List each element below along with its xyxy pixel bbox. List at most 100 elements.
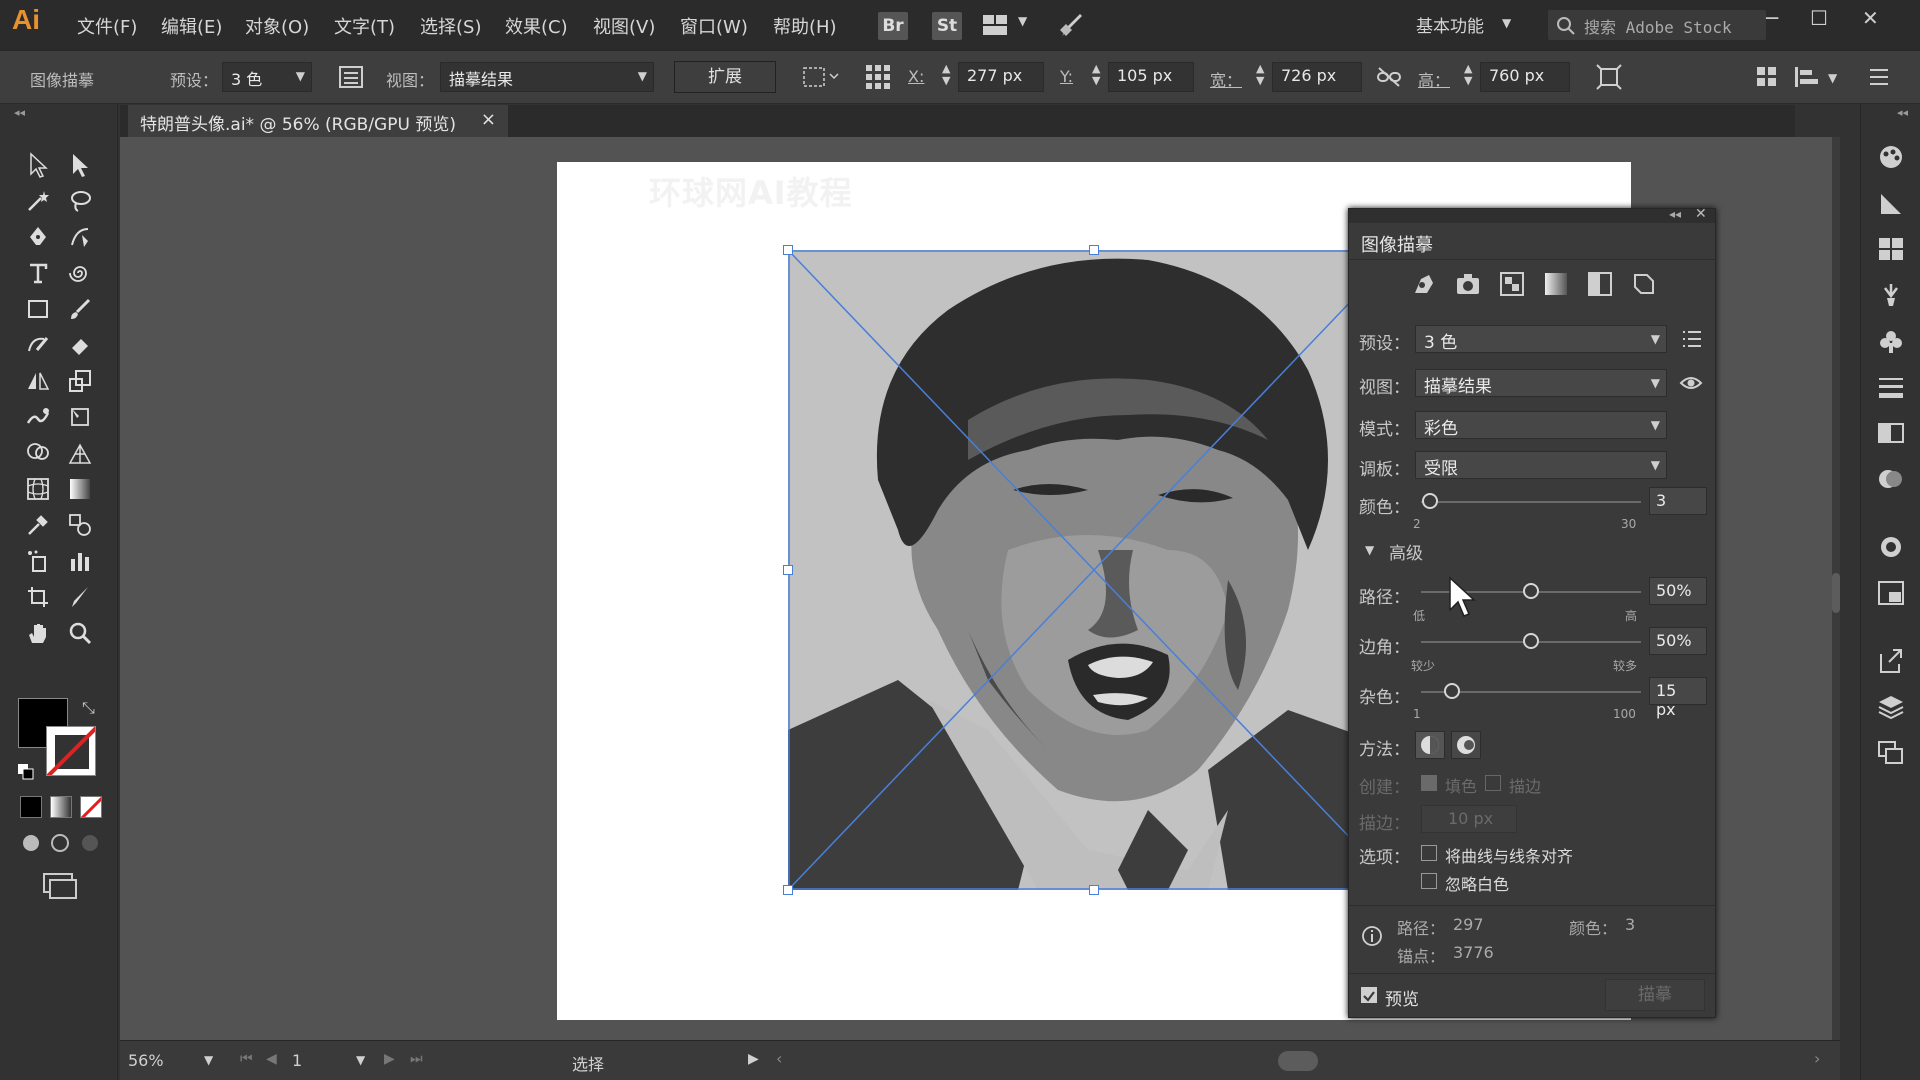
chevron-down-icon[interactable]: ▼: [204, 1053, 213, 1067]
graphic-styles-panel-icon[interactable]: [1877, 580, 1905, 610]
expand-dock-icon[interactable]: ◂◂: [1897, 106, 1908, 119]
zoom-level-field[interactable]: 56%: [128, 1051, 164, 1070]
preview-checkbox[interactable]: [1361, 987, 1377, 1003]
minimize-window-button[interactable]: ─: [1766, 6, 1778, 30]
collapse-panel-icon[interactable]: ◂◂: [14, 106, 25, 119]
chevron-down-icon[interactable]: ▼: [1828, 71, 1837, 85]
free-transform-tool-icon[interactable]: [62, 400, 98, 434]
shaper-tool-icon[interactable]: [20, 328, 56, 362]
black-white-preset-icon[interactable]: [1587, 271, 1613, 301]
export-asset-icon[interactable]: [1877, 648, 1905, 678]
arrange-documents-icon[interactable]: [982, 14, 1008, 36]
artboards-panel-icon[interactable]: [1877, 740, 1905, 770]
lasso-tool-icon[interactable]: [62, 184, 98, 218]
scale-tool-icon[interactable]: [62, 364, 98, 398]
workspace-switcher[interactable]: 基本功能: [1416, 12, 1484, 37]
vertical-scrollbar[interactable]: [1832, 137, 1840, 1056]
bounding-box-handle[interactable]: [783, 885, 793, 895]
overlapping-method-icon[interactable]: [1451, 731, 1481, 759]
stroke-width-field[interactable]: 10 px: [1421, 805, 1517, 833]
symbols-panel-icon[interactable]: [1877, 328, 1905, 358]
preset-manage-icon[interactable]: [1681, 329, 1703, 353]
panel-header-strip[interactable]: [1349, 209, 1715, 223]
search-stock-input[interactable]: 搜索 Adobe Stock: [1548, 10, 1766, 40]
preset-select[interactable]: 3 色 ▼: [222, 62, 312, 92]
menu-help[interactable]: 帮助(H): [773, 13, 837, 39]
symbol-sprayer-tool-icon[interactable]: [20, 544, 56, 578]
brushes-panel-icon[interactable]: [1877, 282, 1905, 312]
direct-selection-tool-icon[interactable]: [62, 148, 98, 182]
bridge-button[interactable]: Br: [878, 12, 908, 40]
trace-palette-select[interactable]: 受限 ▼: [1415, 451, 1667, 479]
scroll-right-icon[interactable]: ›: [1814, 1049, 1820, 1068]
vertical-scrollbar-thumb[interactable]: [1832, 573, 1840, 613]
abutting-method-icon[interactable]: [1415, 731, 1445, 759]
curvature-tool-icon[interactable]: [62, 220, 98, 254]
advanced-disclosure-icon[interactable]: ▼: [1365, 543, 1374, 557]
view-select[interactable]: 描摹结果 ▼: [440, 62, 654, 92]
magic-wand-tool-icon[interactable]: [20, 184, 56, 218]
align-panel-icon[interactable]: [1794, 66, 1820, 88]
ignore-white-checkbox[interactable]: [1421, 873, 1437, 889]
gradient-tool-icon[interactable]: [62, 472, 98, 506]
outline-preset-icon[interactable]: [1631, 271, 1657, 301]
stroke-panel-icon[interactable]: [1877, 374, 1905, 404]
none-mode-icon[interactable]: [80, 796, 102, 818]
transform-icon[interactable]: [1596, 64, 1622, 90]
colors-value-field[interactable]: 3: [1649, 487, 1707, 515]
maximize-window-button[interactable]: ☐: [1810, 6, 1828, 30]
bounding-box-handle[interactable]: [1089, 885, 1099, 895]
next-artboard-button[interactable]: ▶: [384, 1051, 395, 1067]
layers-panel-icon[interactable]: [1877, 694, 1905, 724]
expand-button[interactable]: 扩展: [674, 61, 776, 93]
auto-color-preset-icon[interactable]: [1411, 271, 1437, 301]
selection-tool-icon[interactable]: [20, 148, 56, 182]
eyedropper-tool-icon[interactable]: [20, 508, 56, 542]
advanced-section-label[interactable]: 高级: [1389, 539, 1423, 564]
spiral-tool-icon[interactable]: [62, 256, 98, 290]
width-field[interactable]: 726 px: [1272, 62, 1362, 92]
close-panel-icon[interactable]: ✕: [1695, 206, 1707, 222]
chevron-down-icon[interactable]: ▼: [1502, 16, 1511, 30]
colors-slider-track[interactable]: [1421, 501, 1641, 503]
traced-portrait-image[interactable]: [788, 250, 1400, 890]
type-tool-icon[interactable]: [20, 256, 56, 290]
slice-tool-icon[interactable]: [62, 580, 98, 614]
trace-panel-open-icon[interactable]: [338, 64, 364, 90]
menu-select[interactable]: 选择(S): [420, 13, 481, 39]
menu-window[interactable]: 窗口(W): [680, 13, 748, 39]
menu-object[interactable]: 对象(O): [245, 13, 309, 39]
noise-value-field[interactable]: 15 px: [1649, 677, 1707, 719]
paths-slider-knob[interactable]: [1523, 583, 1539, 599]
high-color-preset-icon[interactable]: [1455, 271, 1481, 301]
paintbrush-tool-icon[interactable]: [62, 292, 98, 326]
blend-tool-icon[interactable]: [62, 508, 98, 542]
bounding-box-handle[interactable]: [783, 245, 793, 255]
artboard-tool-icon[interactable]: [20, 580, 56, 614]
appearance-panel-icon[interactable]: [1877, 534, 1905, 564]
status-menu-arrow-icon[interactable]: ▶: [748, 1051, 759, 1067]
y-stepper-icon[interactable]: ▲ ▼: [1092, 63, 1100, 87]
paths-value-field[interactable]: 50%: [1649, 577, 1707, 605]
corners-slider-knob[interactable]: [1523, 633, 1539, 649]
corners-value-field[interactable]: 50%: [1649, 627, 1707, 655]
warp-tool-icon[interactable]: [20, 400, 56, 434]
zoom-tool-icon[interactable]: [62, 616, 98, 650]
y-field[interactable]: 105 px: [1108, 62, 1194, 92]
color-mode-icon[interactable]: [20, 796, 42, 818]
width-stepper-icon[interactable]: ▲ ▼: [1256, 63, 1264, 87]
color-guide-icon[interactable]: [1877, 190, 1905, 220]
bounding-box-handle[interactable]: [783, 565, 793, 575]
drawing-modes-icon[interactable]: [20, 832, 104, 854]
last-artboard-button[interactable]: ⏭: [410, 1051, 423, 1067]
menu-type[interactable]: 文字(T): [334, 13, 395, 39]
chevron-down-icon[interactable]: ▼: [356, 1053, 365, 1067]
color-panel-icon[interactable]: [1877, 144, 1905, 174]
trace-button[interactable]: 描摹: [1605, 979, 1705, 1011]
rectangle-tool-icon[interactable]: [20, 292, 56, 326]
collapse-panel-icon[interactable]: ◂◂: [1669, 207, 1681, 221]
swap-fill-stroke-icon[interactable]: ⤡: [82, 698, 95, 718]
chevron-down-icon[interactable]: ▼: [1018, 14, 1027, 28]
low-color-preset-icon[interactable]: [1499, 271, 1525, 301]
eye-icon[interactable]: [1679, 373, 1703, 397]
